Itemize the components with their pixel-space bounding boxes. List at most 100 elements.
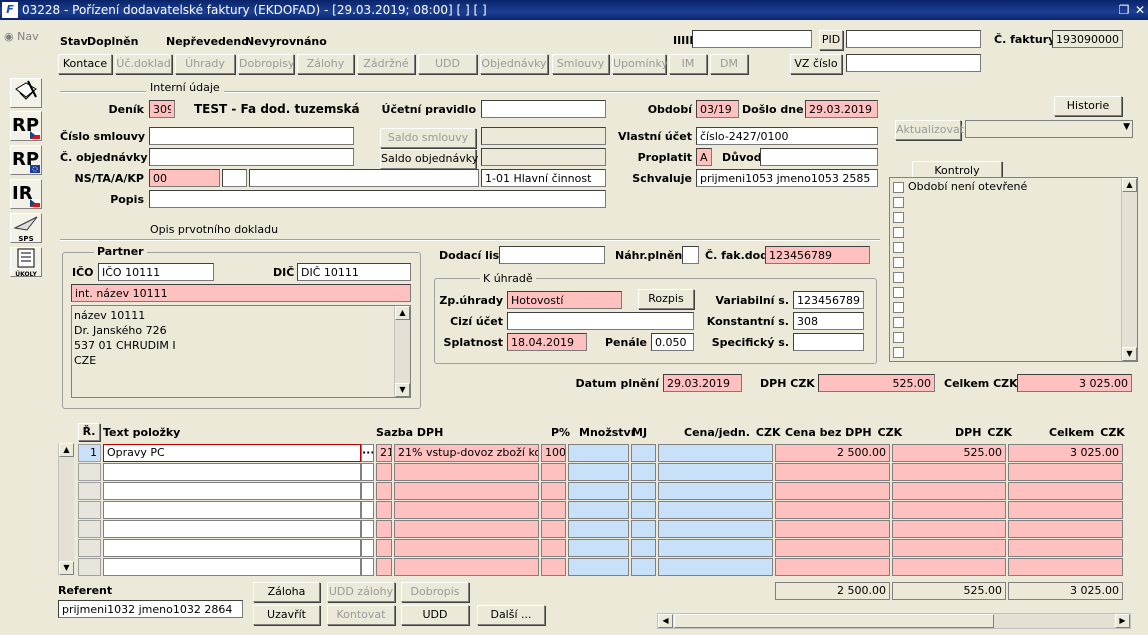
table-cell-text[interactable]: Opravy PC [103,444,361,462]
period-input[interactable] [696,100,739,118]
table-cell-pct[interactable] [541,463,566,481]
checkbox[interactable] [893,287,904,298]
table-cell-rate_text[interactable] [394,463,539,481]
table-cell-pct[interactable] [541,520,566,538]
toolbar-button[interactable]: Úč.doklad [115,54,172,74]
table-cell-ellipsis[interactable] [361,520,374,538]
table-cell-text[interactable] [103,501,361,519]
ir-cz-icon[interactable]: IR [10,179,42,209]
scroll-thumb[interactable] [674,614,994,628]
table-cell-vat[interactable] [892,501,1006,519]
received-input[interactable] [805,100,878,118]
checkbox[interactable] [893,197,904,208]
table-cell-rate_text[interactable] [394,520,539,538]
ta-input[interactable] [222,169,247,187]
close-icon[interactable]: ✕ [1133,3,1147,17]
approver-input[interactable] [696,169,878,187]
nav-toggle[interactable]: ◉ Nav [4,30,39,43]
substitute-input[interactable] [682,246,699,264]
dic-input[interactable] [297,263,411,281]
toolbar-button[interactable]: Zádržné [357,54,415,74]
table-cell-base[interactable] [775,482,890,500]
pid-input[interactable] [846,30,981,48]
udd-button[interactable]: UDD [401,605,469,625]
table-cell-total[interactable] [1008,558,1123,576]
table-cell-text[interactable] [103,482,361,500]
checkbox[interactable] [893,317,904,328]
table-cell-mj[interactable] [631,444,656,462]
table-cell-rate_text[interactable] [394,558,539,576]
vz-number-input[interactable] [846,54,981,72]
toolbar-button[interactable]: Kontace [58,54,112,74]
table-cell-text[interactable] [103,558,361,576]
table-cell-mj[interactable] [631,539,656,557]
table-cell-mj[interactable] [631,501,656,519]
table-cell-rate_text[interactable] [394,482,539,500]
controls-scrollbar[interactable]: ▲ ▼ [1121,178,1137,361]
table-cell-unit[interactable] [658,501,773,519]
rp-cz-icon[interactable]: RP [10,111,42,141]
table-cell-unit[interactable] [658,444,773,462]
row-number[interactable]: 1 [78,444,101,462]
penalty-input[interactable] [651,333,694,351]
table-cell-vat[interactable] [892,539,1006,557]
table-cell-base[interactable]: 2 500.00 [775,444,890,462]
toolbar-button[interactable]: Zálohy [297,54,354,74]
table-cell-total[interactable] [1008,520,1123,538]
referent-input[interactable] [58,600,243,618]
ks-input[interactable] [793,312,864,330]
table-cell-vat[interactable] [892,463,1006,481]
table-cell-qty[interactable] [568,520,629,538]
table-cell-rate[interactable] [376,520,392,538]
reason-input[interactable] [760,148,878,166]
table-cell-vat[interactable] [892,558,1006,576]
checkbox[interactable] [893,302,904,313]
table-cell-base[interactable] [775,463,890,481]
table-cell-rate[interactable] [376,482,392,500]
order-saldo-button[interactable]: Saldo objednávky [380,149,478,169]
payment-method-input[interactable] [507,291,622,309]
toolbar-button[interactable]: Upomínky [612,54,668,74]
table-cell-unit[interactable] [658,482,773,500]
row-number[interactable] [78,501,101,519]
partner-internal-name[interactable] [71,284,411,302]
update-select[interactable]: ▼ [965,120,1133,138]
table-cell-ellipsis[interactable] [361,558,374,576]
delivery-note-input[interactable] [499,246,605,264]
toolbar-button[interactable]: UDD [418,54,477,74]
table-cell-vat[interactable] [892,482,1006,500]
table-cell-rate[interactable] [376,463,392,481]
pid-button[interactable]: PID [819,30,843,50]
table-cell-total[interactable] [1008,463,1123,481]
table-cell-base[interactable] [775,558,890,576]
table-cell-qty[interactable] [568,463,629,481]
table-cell-base[interactable] [775,501,890,519]
checkbox[interactable] [893,332,904,343]
table-cell-total[interactable]: 3 025.00 [1008,444,1123,462]
own-account-input[interactable] [696,127,878,145]
ico-input[interactable] [98,263,214,281]
table-cell-base[interactable] [775,539,890,557]
table-cell-qty[interactable] [568,539,629,557]
table-cell-total[interactable] [1008,501,1123,519]
scroll-up-icon[interactable]: ▲ [1122,178,1137,192]
scroll-up-icon[interactable]: ▲ [59,443,74,457]
contract-input[interactable] [149,127,354,145]
row-number[interactable] [78,539,101,557]
table-cell-mj[interactable] [631,520,656,538]
table-cell-text[interactable] [103,463,361,481]
toolbar-button[interactable]: IM [669,54,707,74]
denik-code-input[interactable] [149,100,175,118]
toolbar-button[interactable]: Úhrady [175,54,235,74]
close-document-button[interactable]: Uzavřít [253,605,320,625]
update-button[interactable]: Aktualizovat [895,120,964,140]
table-cell-mj[interactable] [631,463,656,481]
table-cell-pct[interactable] [541,482,566,500]
table-cell-rate_text[interactable] [394,539,539,557]
post-button[interactable]: Kontovat [327,605,395,625]
rp-eu-icon[interactable]: RP [10,145,42,175]
table-cell-mj[interactable] [631,482,656,500]
table-cell-pct[interactable]: 100 [541,444,566,462]
ukoly-icon[interactable]: ÚKOLY [10,247,42,278]
scroll-right-icon[interactable]: ▶ [1115,614,1130,628]
